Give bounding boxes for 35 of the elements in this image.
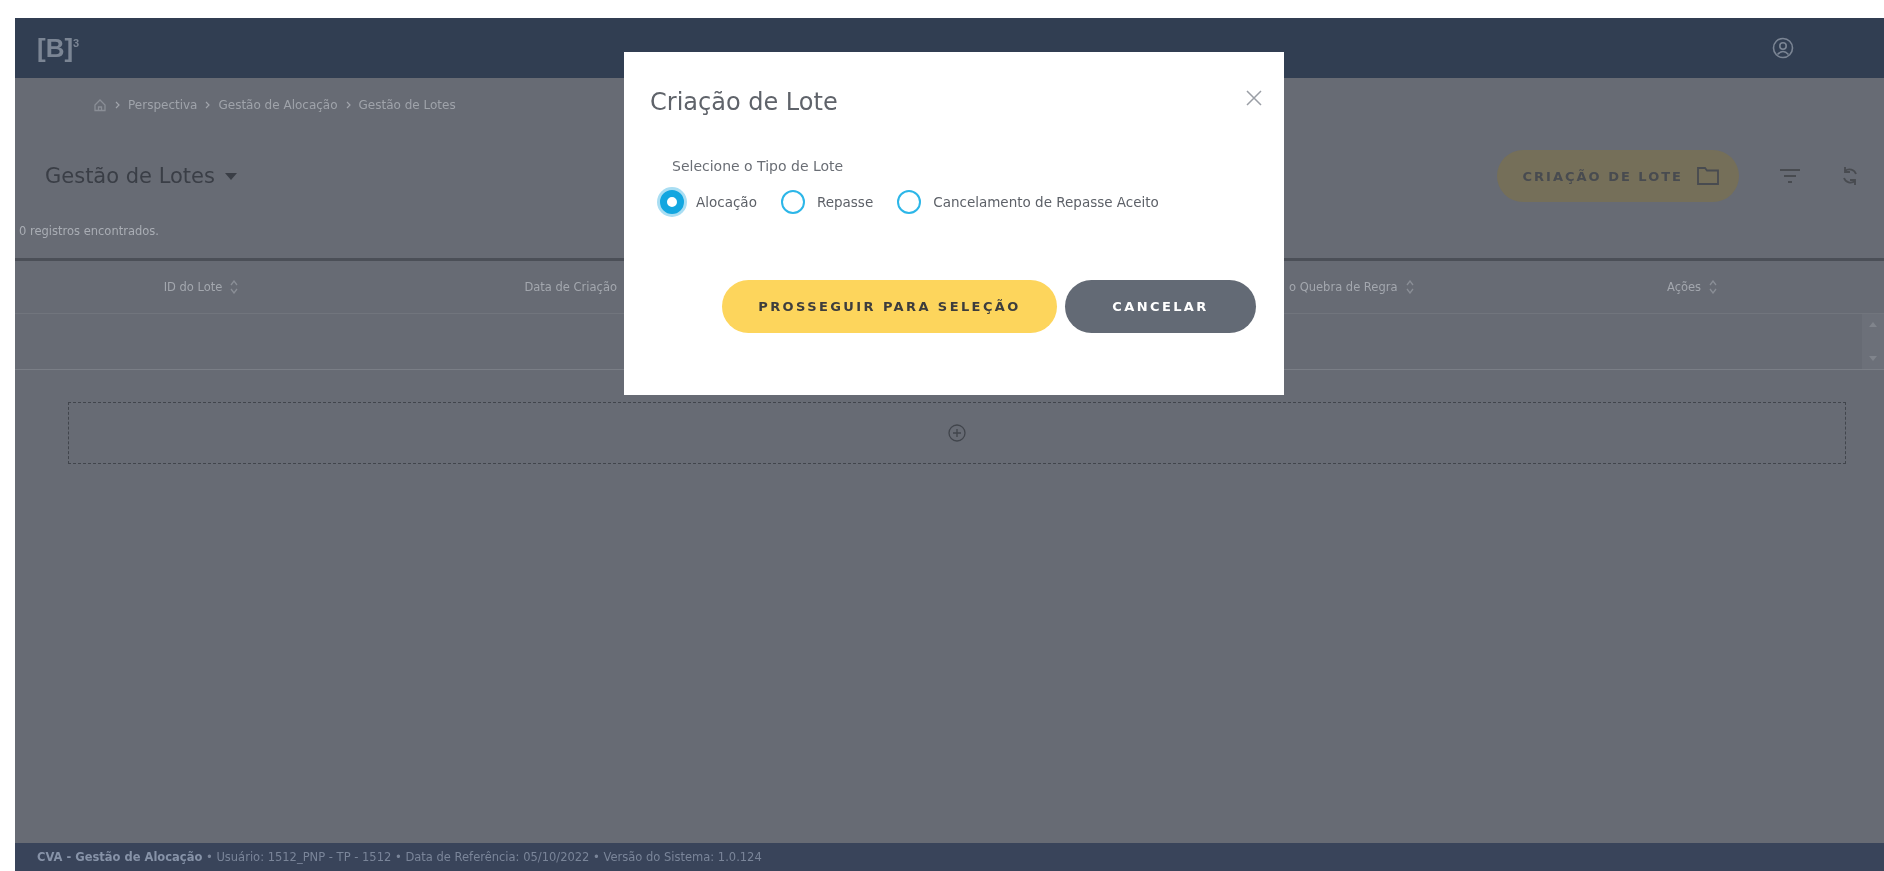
radio-icon[interactable] bbox=[660, 190, 684, 214]
refresh-icon[interactable] bbox=[1841, 165, 1859, 187]
logo: [B]$^{3}$ bbox=[37, 32, 80, 64]
home-icon[interactable] bbox=[93, 98, 107, 112]
user-account-icon[interactable] bbox=[1772, 37, 1794, 59]
prompt-label: Selecione o Tipo de Lote bbox=[672, 158, 845, 174]
add-icon[interactable] bbox=[948, 424, 966, 442]
sort-icon[interactable] bbox=[1709, 280, 1718, 294]
column-header[interactable]: ID do Lote bbox=[163, 280, 223, 294]
cancel-button[interactable]: CANCELAR bbox=[1065, 280, 1256, 333]
chevron-icon bbox=[115, 101, 120, 109]
add-row-area[interactable] bbox=[68, 402, 1846, 464]
status-bar: CVA - Gestão de Alocação • Usuário: 1512_PNP - TP - 1512 • Data de Referência: 05/10/2022 • Versão do Sistema: 1.0.124 bbox=[15, 843, 1884, 871]
column-header[interactable]: Data de Criação bbox=[524, 280, 617, 294]
breadcrumb-link[interactable]: Perspectiva bbox=[128, 98, 198, 112]
filter-icon[interactable] bbox=[1779, 168, 1801, 184]
column-header[interactable]: Ações bbox=[1667, 280, 1702, 294]
radio-option[interactable]: Cancelamento de Repasse Aceito bbox=[897, 190, 1159, 214]
dialog-title: Criação de Lote bbox=[650, 88, 838, 116]
close-icon[interactable] bbox=[1244, 88, 1264, 108]
breadcrumb-link[interactable]: Gestão de Lotes bbox=[358, 98, 456, 112]
radio-option[interactable]: Alocação bbox=[660, 190, 757, 214]
dropdown-caret-icon[interactable] bbox=[224, 172, 237, 180]
proceed-button[interactable]: PROSSEGUIR PARA SELEÇÃO bbox=[722, 280, 1057, 333]
record-count: 0 registros encontrados. bbox=[18, 223, 160, 240]
column-header[interactable]: o Quebra de Regra bbox=[1289, 280, 1398, 294]
radio-option[interactable]: Repasse bbox=[780, 190, 874, 214]
radio-icon[interactable] bbox=[780, 190, 805, 214]
breadcrumb-link[interactable]: Gestão de Alocação bbox=[218, 98, 338, 112]
folder-icon bbox=[1697, 167, 1719, 185]
chevron-icon bbox=[345, 101, 351, 109]
radio-icon[interactable] bbox=[897, 190, 922, 214]
sort-icon[interactable] bbox=[1405, 280, 1414, 294]
chevron-icon bbox=[205, 101, 211, 109]
sort-icon[interactable] bbox=[230, 280, 239, 294]
